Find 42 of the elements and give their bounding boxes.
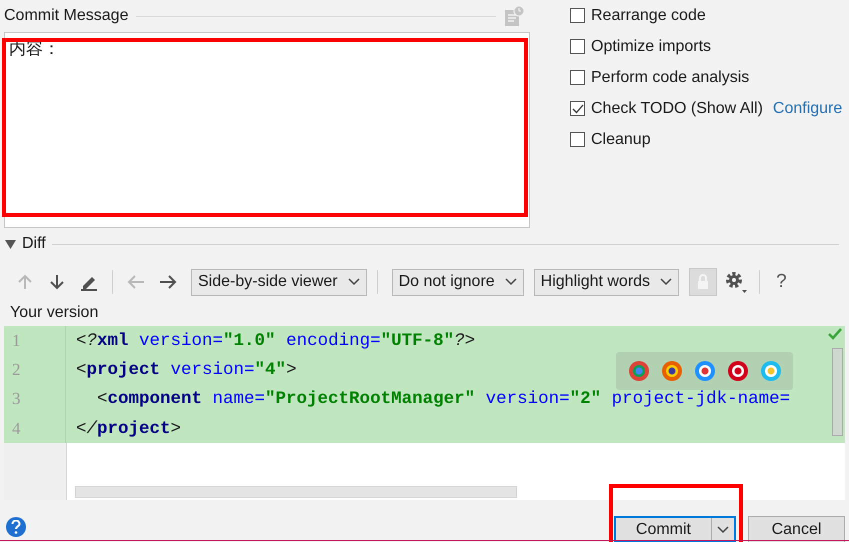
settings-icon[interactable]: [724, 270, 748, 294]
right-arrow-icon[interactable]: [159, 275, 177, 289]
pane-title: Your version: [10, 304, 98, 322]
scrollbar[interactable]: [832, 348, 843, 436]
browser-icon[interactable]: [726, 360, 748, 382]
commit-message-label: Commit Message: [4, 7, 128, 25]
checkbox[interactable]: [570, 8, 585, 23]
commit-button[interactable]: Commit: [614, 516, 736, 542]
option-label[interactable]: Optimize imports: [591, 38, 712, 56]
collapse-triangle-icon[interactable]: [5, 240, 16, 248]
checkbox[interactable]: [570, 132, 585, 147]
help-button[interactable]: ?: [770, 271, 793, 293]
caret-icon: [348, 278, 360, 286]
diff-title: Diff: [22, 235, 46, 253]
browser-icon[interactable]: [628, 360, 650, 382]
dropdown[interactable]: Do not ignore: [392, 268, 524, 296]
code-line: </project>: [75, 418, 182, 439]
option-label[interactable]: Cleanup: [591, 130, 651, 148]
scrollbar[interactable]: [75, 486, 517, 498]
code-line: <component name="ProjectRootManager" version="2" project-jdk-name=: [96, 389, 790, 410]
configure-link[interactable]: Configure: [772, 100, 842, 118]
help-icon[interactable]: [6, 516, 26, 536]
checkmark-icon: [828, 328, 842, 340]
cancel-button[interactable]: Cancel: [748, 516, 845, 542]
dropdown[interactable]: Highlight words: [534, 268, 680, 296]
option-label[interactable]: Perform code analysis: [591, 68, 750, 86]
option-label[interactable]: Check TODO (Show All): [591, 100, 763, 118]
lock-icon: [697, 274, 710, 290]
dropdown[interactable]: Side-by-side viewer: [191, 268, 367, 296]
browser-icon[interactable]: [694, 360, 716, 382]
caret-icon[interactable]: [717, 526, 729, 534]
caret-icon: [504, 278, 517, 286]
line-number: 4: [4, 414, 66, 444]
code-line: <?xml version="1.0" encoding="UTF-8"?>: [75, 330, 476, 351]
checkbox[interactable]: [570, 39, 585, 54]
down-arrow-icon[interactable]: [50, 274, 64, 290]
browser-icon[interactable]: [660, 360, 682, 382]
checkbox[interactable]: [570, 70, 585, 85]
option-label[interactable]: Rearrange code: [591, 6, 706, 24]
code-line: <project version="4">: [75, 360, 297, 380]
checkbox[interactable]: [570, 101, 585, 116]
caret-icon: [660, 278, 672, 286]
